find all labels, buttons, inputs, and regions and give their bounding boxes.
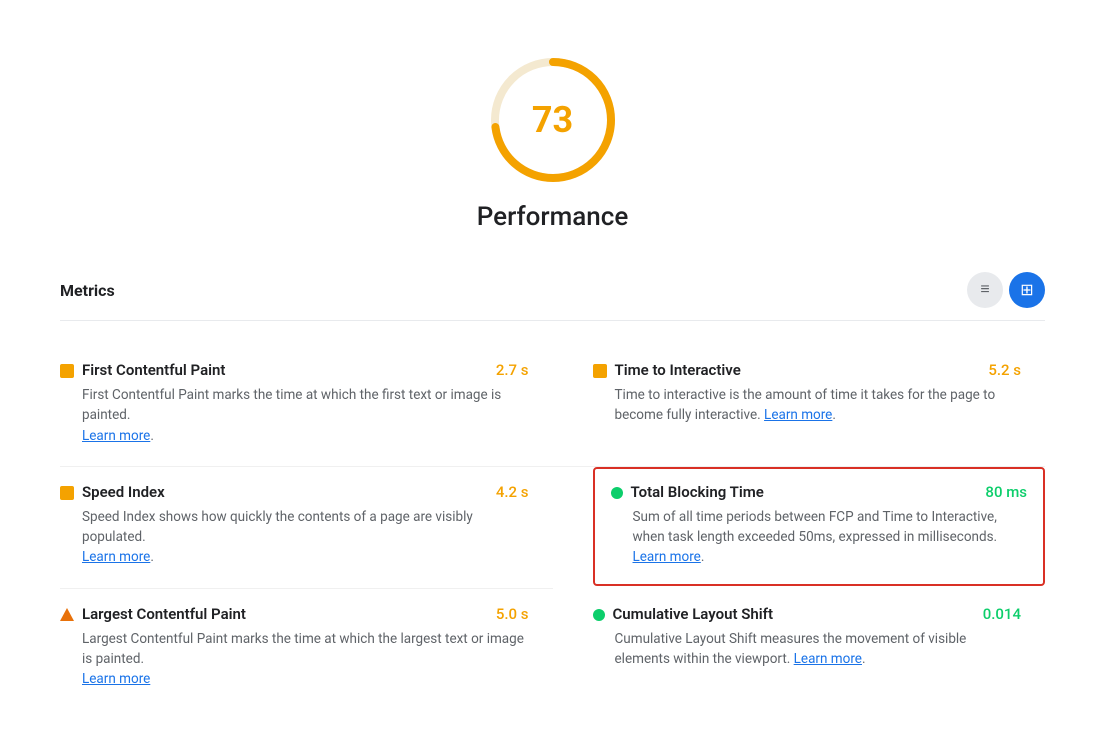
metric-fcp-value: 2.7 s <box>496 361 529 379</box>
metric-tti-description: Time to interactive is the amount of tim… <box>615 385 1022 426</box>
orange-square-icon-2 <box>593 364 607 378</box>
metric-cls-header: Cumulative Layout Shift 0.014 <box>593 605 1022 623</box>
metric-cls: Cumulative Layout Shift 0.014 Cumulative… <box>553 589 1046 710</box>
metric-tti-value: 5.2 s <box>988 361 1021 379</box>
metric-tbt-container: Total Blocking Time 80 ms Sum of all tim… <box>553 467 1046 589</box>
metric-fcp-name: First Contentful Paint <box>82 361 225 379</box>
gauge-title: Performance <box>477 202 629 232</box>
metric-si: Speed Index 4.2 s Speed Index shows how … <box>60 467 553 589</box>
list-view-button[interactable]: ≡ <box>967 272 1003 308</box>
metrics-header: Metrics ≡ ⊞ <box>60 272 1045 321</box>
metric-lcp-header: Largest Contentful Paint 5.0 s <box>60 605 529 623</box>
green-circle-icon-2 <box>593 609 605 621</box>
metric-tbt-name: Total Blocking Time <box>631 483 764 501</box>
metric-fcp-name-row: First Contentful Paint <box>60 361 225 379</box>
metric-fcp-learn-more[interactable]: Learn more <box>82 428 150 444</box>
metric-lcp: Largest Contentful Paint 5.0 s Largest C… <box>60 589 553 710</box>
metric-tti: Time to Interactive 5.2 s Time to intera… <box>553 345 1046 467</box>
metric-si-header: Speed Index 4.2 s <box>60 483 529 501</box>
metric-si-description: Speed Index shows how quickly the conten… <box>82 507 529 568</box>
metric-lcp-learn-more[interactable]: Learn more <box>82 671 150 687</box>
metric-tti-header: Time to Interactive 5.2 s <box>593 361 1022 379</box>
metric-fcp-header: First Contentful Paint 2.7 s <box>60 361 529 379</box>
metric-tti-name-row: Time to Interactive <box>593 361 741 379</box>
metric-lcp-value: 5.0 s <box>496 605 529 623</box>
metric-fcp-description: First Contentful Paint marks the time at… <box>82 385 529 446</box>
metric-si-learn-more[interactable]: Learn more <box>82 549 150 565</box>
grid-view-button[interactable]: ⊞ <box>1009 272 1045 308</box>
grid-icon: ⊞ <box>1020 280 1033 300</box>
view-toggles: ≡ ⊞ <box>967 272 1045 308</box>
metric-tbt-learn-more[interactable]: Learn more <box>633 549 701 565</box>
metric-cls-description: Cumulative Layout Shift measures the mov… <box>615 629 1022 670</box>
metric-tbt: Total Blocking Time 80 ms Sum of all tim… <box>593 467 1046 586</box>
orange-triangle-icon <box>60 608 74 621</box>
metric-tbt-name-row: Total Blocking Time <box>611 483 764 501</box>
gauge-section: 73 Performance <box>60 20 1045 252</box>
list-icon: ≡ <box>980 281 989 299</box>
metric-cls-learn-more[interactable]: Learn more <box>794 651 862 667</box>
gauge-score: 73 <box>532 102 573 138</box>
metric-cls-name-row: Cumulative Layout Shift <box>593 605 774 623</box>
metric-tti-learn-more[interactable]: Learn more <box>764 407 832 423</box>
metric-si-name-row: Speed Index <box>60 483 165 501</box>
metric-cls-name: Cumulative Layout Shift <box>613 605 774 623</box>
metrics-title: Metrics <box>60 281 115 300</box>
metric-tbt-header: Total Blocking Time 80 ms <box>611 483 1028 501</box>
metrics-grid: First Contentful Paint 2.7 s First Conte… <box>60 345 1045 709</box>
green-circle-icon <box>611 487 623 499</box>
metric-si-value: 4.2 s <box>496 483 529 501</box>
orange-square-icon-3 <box>60 486 74 500</box>
metric-lcp-name-row: Largest Contentful Paint <box>60 605 246 623</box>
metric-lcp-name: Largest Contentful Paint <box>82 605 246 623</box>
metric-si-name: Speed Index <box>82 483 165 501</box>
orange-square-icon <box>60 364 74 378</box>
metric-tbt-description: Sum of all time periods between FCP and … <box>633 507 1028 568</box>
metric-lcp-description: Largest Contentful Paint marks the time … <box>82 629 529 690</box>
performance-gauge: 73 <box>483 50 623 190</box>
metric-tbt-value: 80 ms <box>985 483 1027 501</box>
metric-cls-value: 0.014 <box>983 605 1021 623</box>
metric-fcp: First Contentful Paint 2.7 s First Conte… <box>60 345 553 467</box>
metric-tti-name: Time to Interactive <box>615 361 741 379</box>
